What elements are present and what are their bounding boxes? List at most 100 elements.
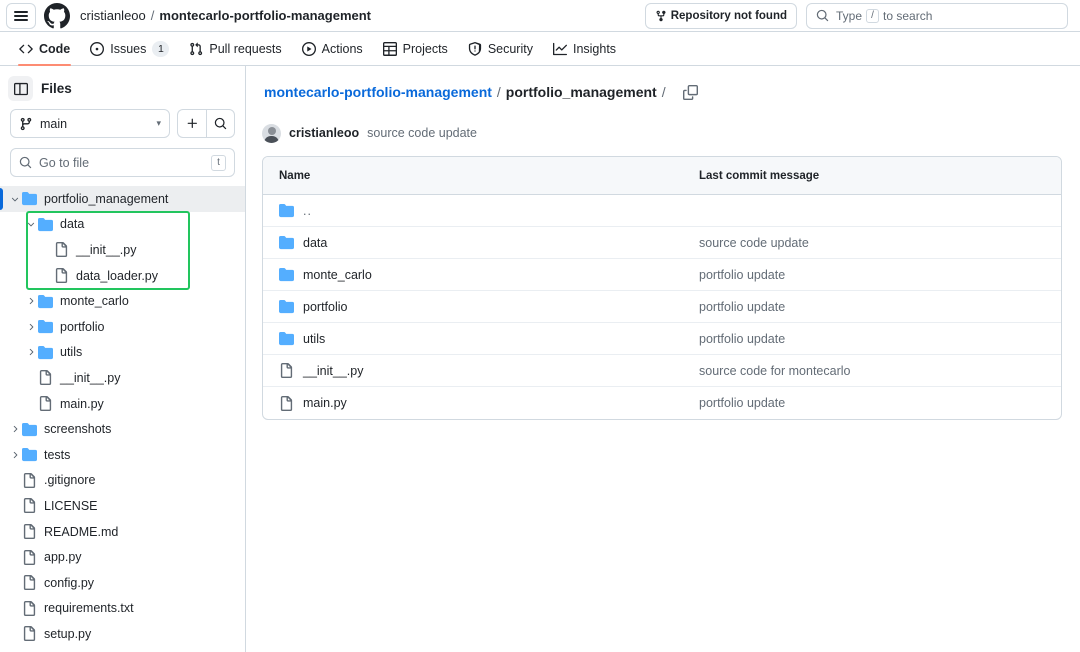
breadcrumb-separator: / bbox=[151, 8, 155, 23]
add-file-button[interactable] bbox=[177, 109, 206, 138]
chevron-down-icon[interactable] bbox=[24, 219, 38, 229]
file-name-link[interactable]: monte_carlo bbox=[303, 268, 372, 282]
chevron-right-icon[interactable] bbox=[8, 450, 22, 460]
tree-item-data-loader-py[interactable]: data_loader.py bbox=[0, 263, 245, 289]
play-icon bbox=[302, 42, 316, 56]
tree-item-main-py[interactable]: main.py bbox=[0, 391, 245, 417]
folder-icon bbox=[22, 422, 37, 437]
tree-item-utils[interactable]: utils bbox=[0, 340, 245, 366]
folder-icon bbox=[279, 299, 294, 314]
tree-item-gitignore[interactable]: .gitignore bbox=[0, 468, 245, 494]
tree-item-monte-carlo[interactable]: monte_carlo bbox=[0, 288, 245, 314]
file-name-link[interactable]: .. bbox=[303, 204, 312, 218]
tab-projects-label: Projects bbox=[403, 42, 448, 56]
tab-insights[interactable]: Insights bbox=[544, 32, 625, 65]
repo-nav-tabs: Code Issues 1 Pull requests Actions Proj… bbox=[0, 32, 1080, 66]
tree-item-screenshots[interactable]: screenshots bbox=[0, 416, 245, 442]
table-row[interactable]: portfolio portfolio update bbox=[263, 291, 1061, 323]
hamburger-icon[interactable] bbox=[6, 3, 36, 29]
folder-icon bbox=[38, 345, 53, 360]
breadcrumb-repo-link[interactable]: montecarlo-portfolio-management bbox=[264, 84, 492, 100]
chevron-right-icon[interactable] bbox=[8, 424, 22, 434]
tab-issues[interactable]: Issues 1 bbox=[81, 32, 178, 65]
tree-item-config-py[interactable]: config.py bbox=[0, 570, 245, 596]
last-commit-message[interactable]: portfolio update bbox=[699, 396, 1061, 410]
file-icon bbox=[22, 524, 37, 539]
folder-up-icon bbox=[279, 203, 294, 218]
github-logo-icon[interactable] bbox=[44, 3, 70, 29]
tree-item-setup-py[interactable]: setup.py bbox=[0, 621, 245, 647]
last-commit-message[interactable]: portfolio update bbox=[699, 268, 1061, 282]
tree-item-requirements-txt[interactable]: requirements.txt bbox=[0, 596, 245, 622]
table-row[interactable]: main.py portfolio update bbox=[263, 387, 1061, 419]
search-input[interactable]: Type / to search bbox=[806, 3, 1068, 29]
last-commit-message[interactable]: source code for montecarlo bbox=[699, 364, 1061, 378]
search-files-button[interactable] bbox=[206, 109, 235, 138]
last-commit-message[interactable]: portfolio update bbox=[699, 332, 1061, 346]
chevron-right-icon[interactable] bbox=[24, 296, 38, 306]
tree-item-label: monte_carlo bbox=[60, 294, 129, 308]
column-header-last-commit-message: Last commit message bbox=[699, 170, 1061, 182]
shield-icon bbox=[468, 42, 482, 56]
file-icon bbox=[38, 396, 53, 411]
commit-message[interactable]: source code update bbox=[367, 126, 477, 140]
repository-not-found-button[interactable]: Repository not found bbox=[645, 3, 797, 29]
tab-actions[interactable]: Actions bbox=[293, 32, 372, 65]
tree-item-tests[interactable]: tests bbox=[0, 442, 245, 468]
folder-icon bbox=[279, 267, 294, 282]
tree-item-label: LICENSE bbox=[44, 499, 98, 513]
file-name-link[interactable]: main.py bbox=[303, 396, 347, 410]
tree-item-readme-md[interactable]: README.md bbox=[0, 519, 245, 545]
breadcrumb-separator-1: / bbox=[497, 84, 501, 100]
tree-item-init-py[interactable]: __init__.py bbox=[0, 365, 245, 391]
tab-issues-label: Issues bbox=[110, 42, 146, 56]
repo-breadcrumb: cristianleoo / montecarlo-portfolio-mana… bbox=[80, 8, 371, 23]
tree-item-init-py[interactable]: __init__.py bbox=[0, 237, 245, 263]
last-commit-message[interactable]: portfolio update bbox=[699, 300, 1061, 314]
repo-name-link[interactable]: montecarlo-portfolio-management bbox=[159, 8, 371, 23]
tab-code[interactable]: Code bbox=[10, 32, 79, 65]
file-icon bbox=[279, 363, 294, 378]
file-icon bbox=[54, 242, 69, 257]
branch-name: main bbox=[40, 117, 67, 131]
tab-pull-requests[interactable]: Pull requests bbox=[180, 32, 290, 65]
chevron-right-icon[interactable] bbox=[24, 347, 38, 357]
chevron-right-icon[interactable] bbox=[24, 322, 38, 332]
last-commit-message[interactable]: source code update bbox=[699, 236, 1061, 250]
file-icon bbox=[22, 550, 37, 565]
go-to-file-placeholder: Go to file bbox=[39, 156, 89, 170]
file-name-link[interactable]: utils bbox=[303, 332, 325, 346]
tree-item-label: data bbox=[60, 217, 84, 231]
go-to-file-input[interactable]: Go to file t bbox=[10, 148, 235, 177]
file-name-link[interactable]: portfolio bbox=[303, 300, 347, 314]
search-icon bbox=[816, 9, 829, 22]
tab-security[interactable]: Security bbox=[459, 32, 542, 65]
tree-item-data[interactable]: data bbox=[0, 212, 245, 238]
table-row[interactable]: data source code update bbox=[263, 227, 1061, 259]
file-icon bbox=[279, 396, 294, 411]
copy-path-icon[interactable] bbox=[679, 80, 703, 104]
file-name-link[interactable]: data bbox=[303, 236, 327, 250]
file-name-link[interactable]: __init__.py bbox=[303, 364, 363, 378]
repo-owner-link[interactable]: cristianleoo bbox=[80, 8, 146, 23]
table-row[interactable]: __init__.py source code for montecarlo bbox=[263, 355, 1061, 387]
table-row[interactable]: monte_carlo portfolio update bbox=[263, 259, 1061, 291]
folder-icon bbox=[279, 331, 294, 346]
avatar bbox=[262, 124, 281, 143]
folder-icon bbox=[22, 447, 37, 462]
commit-author[interactable]: cristianleoo bbox=[289, 126, 359, 140]
branch-selector[interactable]: main ▾ bbox=[10, 109, 170, 138]
files-panel-header: Files bbox=[0, 66, 245, 109]
tree-item-license[interactable]: LICENSE bbox=[0, 493, 245, 519]
tab-projects[interactable]: Projects bbox=[374, 32, 457, 65]
tree-item-label: __init__.py bbox=[76, 243, 136, 257]
tree-item-portfolio-management[interactable]: portfolio_management bbox=[0, 186, 245, 212]
tree-item-portfolio[interactable]: portfolio bbox=[0, 314, 245, 340]
file-icon bbox=[22, 473, 37, 488]
table-row[interactable]: .. bbox=[263, 195, 1061, 227]
table-row[interactable]: utils portfolio update bbox=[263, 323, 1061, 355]
tree-item-label: screenshots bbox=[44, 422, 111, 436]
tree-item-app-py[interactable]: app.py bbox=[0, 544, 245, 570]
sidebar-collapse-icon[interactable] bbox=[8, 76, 33, 101]
chevron-down-icon[interactable] bbox=[8, 194, 22, 204]
